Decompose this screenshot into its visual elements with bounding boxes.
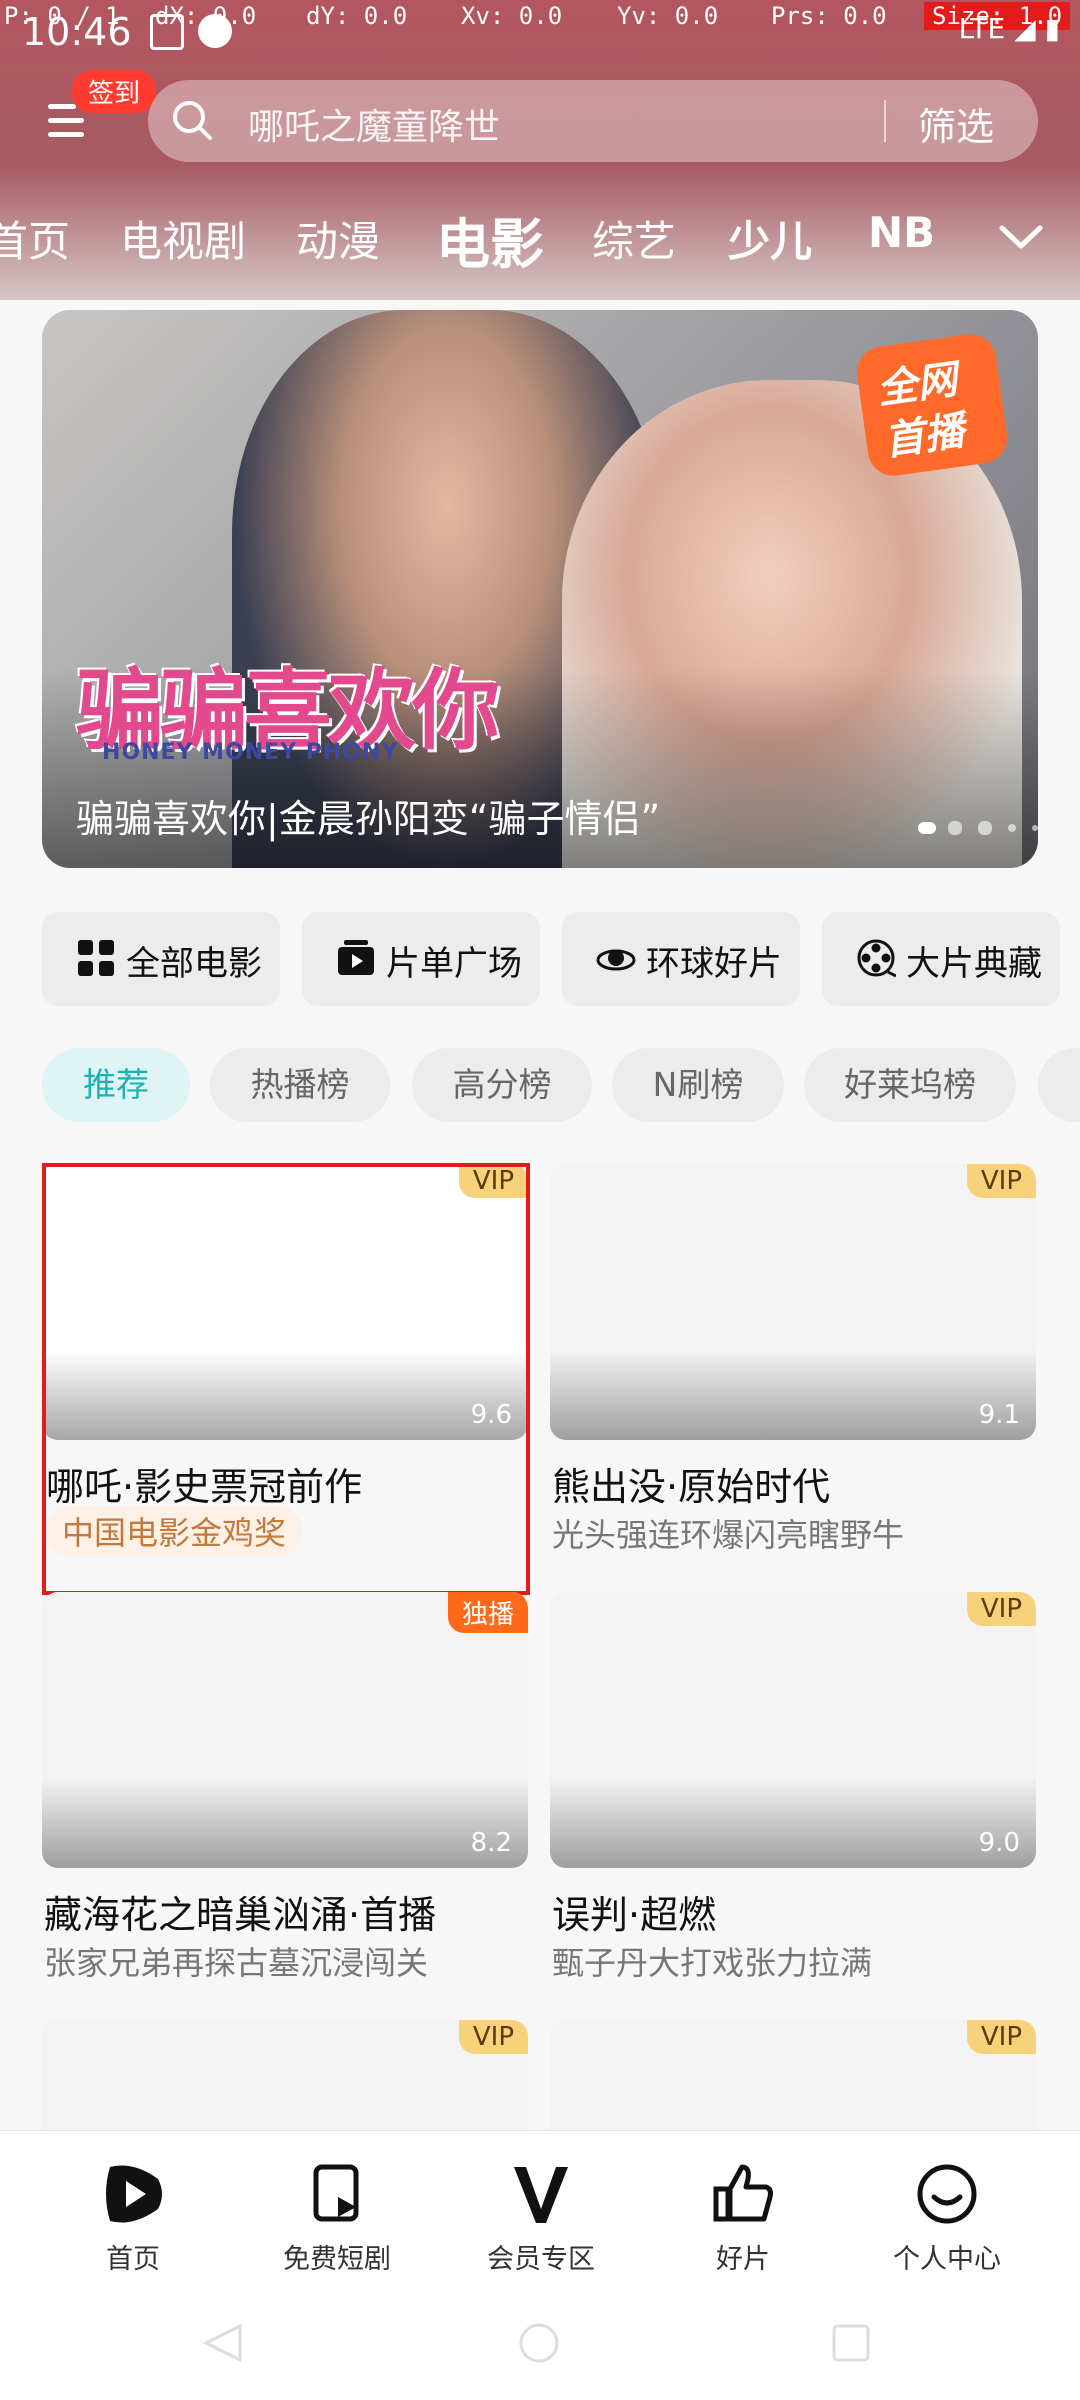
bottom-navigation: 首页 免费短剧 会员专区 好片 个人中心	[0, 2130, 1080, 2299]
signal-icon: ◢	[1014, 12, 1036, 45]
debug-xv: Xv: 0.0	[461, 2, 563, 30]
chip-hot[interactable]: 热播榜	[210, 1048, 390, 1122]
thumbs-up-icon	[713, 2164, 773, 2222]
category-label: 片单广场	[386, 944, 522, 984]
movie-title: 熊出没·原始时代	[552, 1465, 831, 1509]
vip-badge: VIP	[966, 2020, 1036, 2054]
home-play-icon	[106, 2165, 162, 2223]
nav-good-films[interactable]: 好片	[668, 2161, 818, 2276]
banner-title-logo-en: HONEY MONEY PHONY	[102, 740, 399, 765]
movie-score: 9.1	[978, 1400, 1020, 1430]
vip-badge: VIP	[458, 2020, 528, 2054]
nav-label: 好片	[716, 2244, 770, 2275]
exclusive-badge: 独播	[447, 1592, 528, 1633]
tab-nba[interactable]: NBA	[868, 208, 932, 257]
category-label: 全部电影	[126, 944, 262, 984]
movie-subtitle: 张家兄弟再探古墓沉浸闯关	[44, 1944, 429, 1982]
thumbnail-shade	[42, 1778, 528, 1868]
banner-dot	[978, 821, 992, 835]
search-bar[interactable]: 哪吒之魔童降世 筛选	[148, 80, 1038, 162]
tab-kids[interactable]: 少儿	[728, 208, 812, 269]
menu-bar-middle	[48, 118, 84, 123]
playlist-icon	[338, 940, 374, 975]
movie-thumbnail: 9.1 VIP	[550, 1164, 1036, 1440]
nav-label: 会员专区	[487, 2244, 595, 2275]
nav-vip-zone[interactable]: 会员专区	[466, 2161, 616, 2276]
menu-bar-top	[48, 104, 76, 109]
banner-dot	[948, 821, 962, 835]
premiere-badge-line2: 首播	[881, 408, 968, 465]
nav-short-drama[interactable]: 免费短剧	[262, 2161, 412, 2276]
vip-badge: VIP	[966, 1164, 1036, 1198]
banner-dot	[1032, 825, 1038, 831]
chip-recommended[interactable]: 推荐	[42, 1048, 190, 1122]
nav-label: 免费短剧	[283, 2244, 391, 2275]
profile-smile-icon	[917, 2164, 977, 2224]
system-navigation-bar	[0, 2298, 1080, 2400]
banner-dot	[918, 822, 936, 834]
nav-home[interactable]: 首页	[58, 2161, 208, 2276]
search-divider	[884, 100, 886, 142]
network-label: LTE	[958, 12, 1006, 45]
search-placeholder: 哪吒之魔童降世	[248, 107, 501, 148]
filter-button[interactable]: 筛选	[918, 96, 994, 151]
battery-icon: ▮	[1044, 12, 1060, 45]
banner-dot	[1008, 824, 1016, 832]
grid-icon	[78, 940, 114, 976]
tab-anime[interactable]: 动漫	[296, 208, 380, 269]
debug-dy: dY: 0.0	[306, 2, 408, 30]
category-label: 环球好片	[646, 944, 782, 984]
back-icon[interactable]	[200, 2320, 246, 2366]
chip-top-rated[interactable]: 高分榜	[412, 1048, 592, 1122]
app-status-icon	[198, 14, 232, 48]
status-icons: LTE ◢ ▮	[959, 12, 1060, 45]
selection-highlight	[42, 1163, 530, 1595]
film-reel-icon	[857, 939, 896, 978]
movie-subtitle: 光头强连环爆闪亮瞎野牛	[552, 1516, 905, 1554]
home-circle-icon[interactable]	[516, 2320, 562, 2366]
tab-movies[interactable]: 电影	[436, 200, 544, 279]
notification-icon	[150, 14, 184, 50]
search-icon	[173, 101, 212, 140]
movie-thumbnail: 9.0 VIP	[550, 1592, 1036, 1868]
category-universal[interactable]: 环球好片	[562, 912, 800, 1006]
category-playlist[interactable]: 片单广场	[302, 912, 540, 1006]
movie-thumbnail: 8.2 独播	[42, 1592, 528, 1868]
tab-tv-series[interactable]: 电视剧	[120, 208, 246, 269]
thumbnail-shade	[550, 1778, 1036, 1868]
chevron-down-icon[interactable]	[994, 210, 1048, 264]
debug-yv: Yv: 0.0	[617, 2, 719, 30]
movie-score: 8.2	[470, 1828, 512, 1858]
nav-label: 个人中心	[893, 2244, 1001, 2275]
movie-title: 误判·超燃	[552, 1893, 717, 1937]
premiere-badge: 全网 首播	[853, 330, 1011, 480]
nav-profile[interactable]: 个人中心	[872, 2161, 1022, 2276]
movie-subtitle: 甄子丹大打戏张力拉满	[552, 1944, 873, 1982]
category-label: 大片典藏	[906, 944, 1042, 984]
category-classics[interactable]: 大片典藏	[822, 912, 1060, 1006]
debug-prs: Prs: 0.0	[771, 2, 887, 30]
status-time: 10:46	[22, 10, 132, 54]
nav-label: 首页	[106, 2244, 160, 2275]
universal-icon	[596, 949, 636, 971]
tab-home[interactable]: 首页	[0, 208, 70, 269]
thumbnail-shade	[550, 1350, 1036, 1440]
movie-score: 9.0	[978, 1828, 1020, 1858]
menu-bar-bottom	[48, 132, 84, 137]
checkin-badge[interactable]: 签到	[72, 70, 157, 113]
movie-title: 藏海花之暗巢汹涌·首播	[44, 1893, 437, 1937]
chip-hollywood[interactable]: 好莱坞榜	[804, 1048, 1016, 1122]
vip-badge: VIP	[966, 1592, 1036, 1626]
recents-icon[interactable]	[828, 2320, 874, 2366]
channel-tabs: 首页 电视剧 动漫 电影 综艺 少儿 NBA	[0, 200, 1080, 276]
hero-banner[interactable]: 骗骗喜欢你 HONEY MONEY PHONY 全网 首播 骗骗喜欢你|金晨孙阳…	[42, 310, 1038, 868]
short-drama-icon	[313, 2164, 359, 2222]
chip-more[interactable]	[1038, 1048, 1080, 1122]
tab-variety[interactable]: 综艺	[592, 208, 676, 269]
category-all-movies[interactable]: 全部电影	[42, 912, 280, 1006]
vip-v-icon	[514, 2167, 568, 2223]
banner-caption: 骗骗喜欢你|金晨孙阳变“骗子情侣”	[76, 797, 661, 841]
chip-rewatch[interactable]: N刷榜	[612, 1048, 784, 1122]
